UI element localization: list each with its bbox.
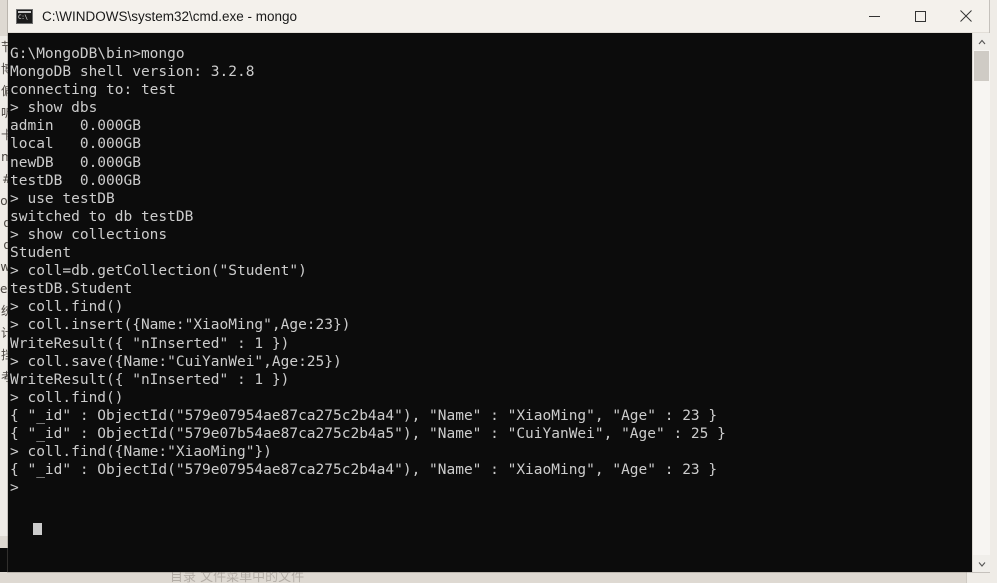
cmd-console-icon [16,8,33,24]
maximize-icon [914,10,926,22]
console-line: G:\MongoDB\bin>mongo [10,46,185,62]
console-output-area[interactable]: G:\MongoDB\bin>mongo MongoDB shell versio… [8,33,989,572]
scroll-up-button[interactable] [973,33,990,50]
console-text: G:\MongoDB\bin>mongo MongoDB shell versio… [10,45,955,497]
console-line: > show collections [10,226,168,243]
console-line: MongoDB shell version: 3.2.8 [10,64,255,81]
maximize-button[interactable] [897,0,943,33]
close-icon [960,10,972,22]
title-bar[interactable]: C:\WINDOWS\system32\cmd.exe - mongo [8,0,989,33]
window-controls [851,0,989,33]
console-line: connecting to: test [10,82,176,99]
console-line: > [10,480,19,497]
console-line: WriteResult({ "nInserted" : 1 }) [10,371,290,388]
console-line: > show dbs [10,100,98,117]
close-button[interactable] [943,0,989,33]
console-line: > coll.find() [10,389,124,406]
console-line: testDB 0.000GB [10,172,141,189]
console-line: { "_id" : ObjectId("579e07954ae87ca275c2… [10,462,718,479]
console-line: testDB.Student [10,281,133,298]
scrollbar-track[interactable] [973,50,990,555]
window-title: C:\WINDOWS\system32\cmd.exe - mongo [42,8,298,24]
console-line: > coll=db.getCollection("Student") [10,263,307,280]
console-line: admin 0.000GB [10,118,141,135]
minimize-button[interactable] [851,0,897,33]
console-line: WriteResult({ "nInserted" : 1 }) [10,335,290,352]
console-scrollbar[interactable] [972,33,990,572]
chevron-down-icon [978,561,985,567]
chevron-up-icon [978,39,985,44]
cmd-console-window: C:\WINDOWS\system32\cmd.exe - mongo [8,0,990,572]
console-line: local 0.000GB [10,136,141,153]
console-line: > coll.insert({Name:"XiaoMing",Age:23}) [10,317,351,334]
console-line: > coll.find() [10,299,124,316]
console-line: > coll.save({Name:"CuiYanWei",Age:25}) [10,353,342,370]
text-cursor [33,523,42,535]
console-line: switched to db testDB [10,208,194,225]
console-line: { "_id" : ObjectId("579e07b54ae87ca275c2… [10,425,726,442]
scroll-down-button[interactable] [973,555,990,572]
console-line: > use testDB [10,190,115,207]
console-line: { "_id" : ObjectId("579e07954ae87ca275c2… [10,407,718,424]
console-line: newDB 0.000GB [10,154,141,171]
scroll-thumb[interactable] [974,51,989,81]
console-line: > coll.find({Name:"XiaoMing"}) [10,444,272,461]
console-line: Student [10,245,72,262]
minimize-icon [868,15,880,17]
